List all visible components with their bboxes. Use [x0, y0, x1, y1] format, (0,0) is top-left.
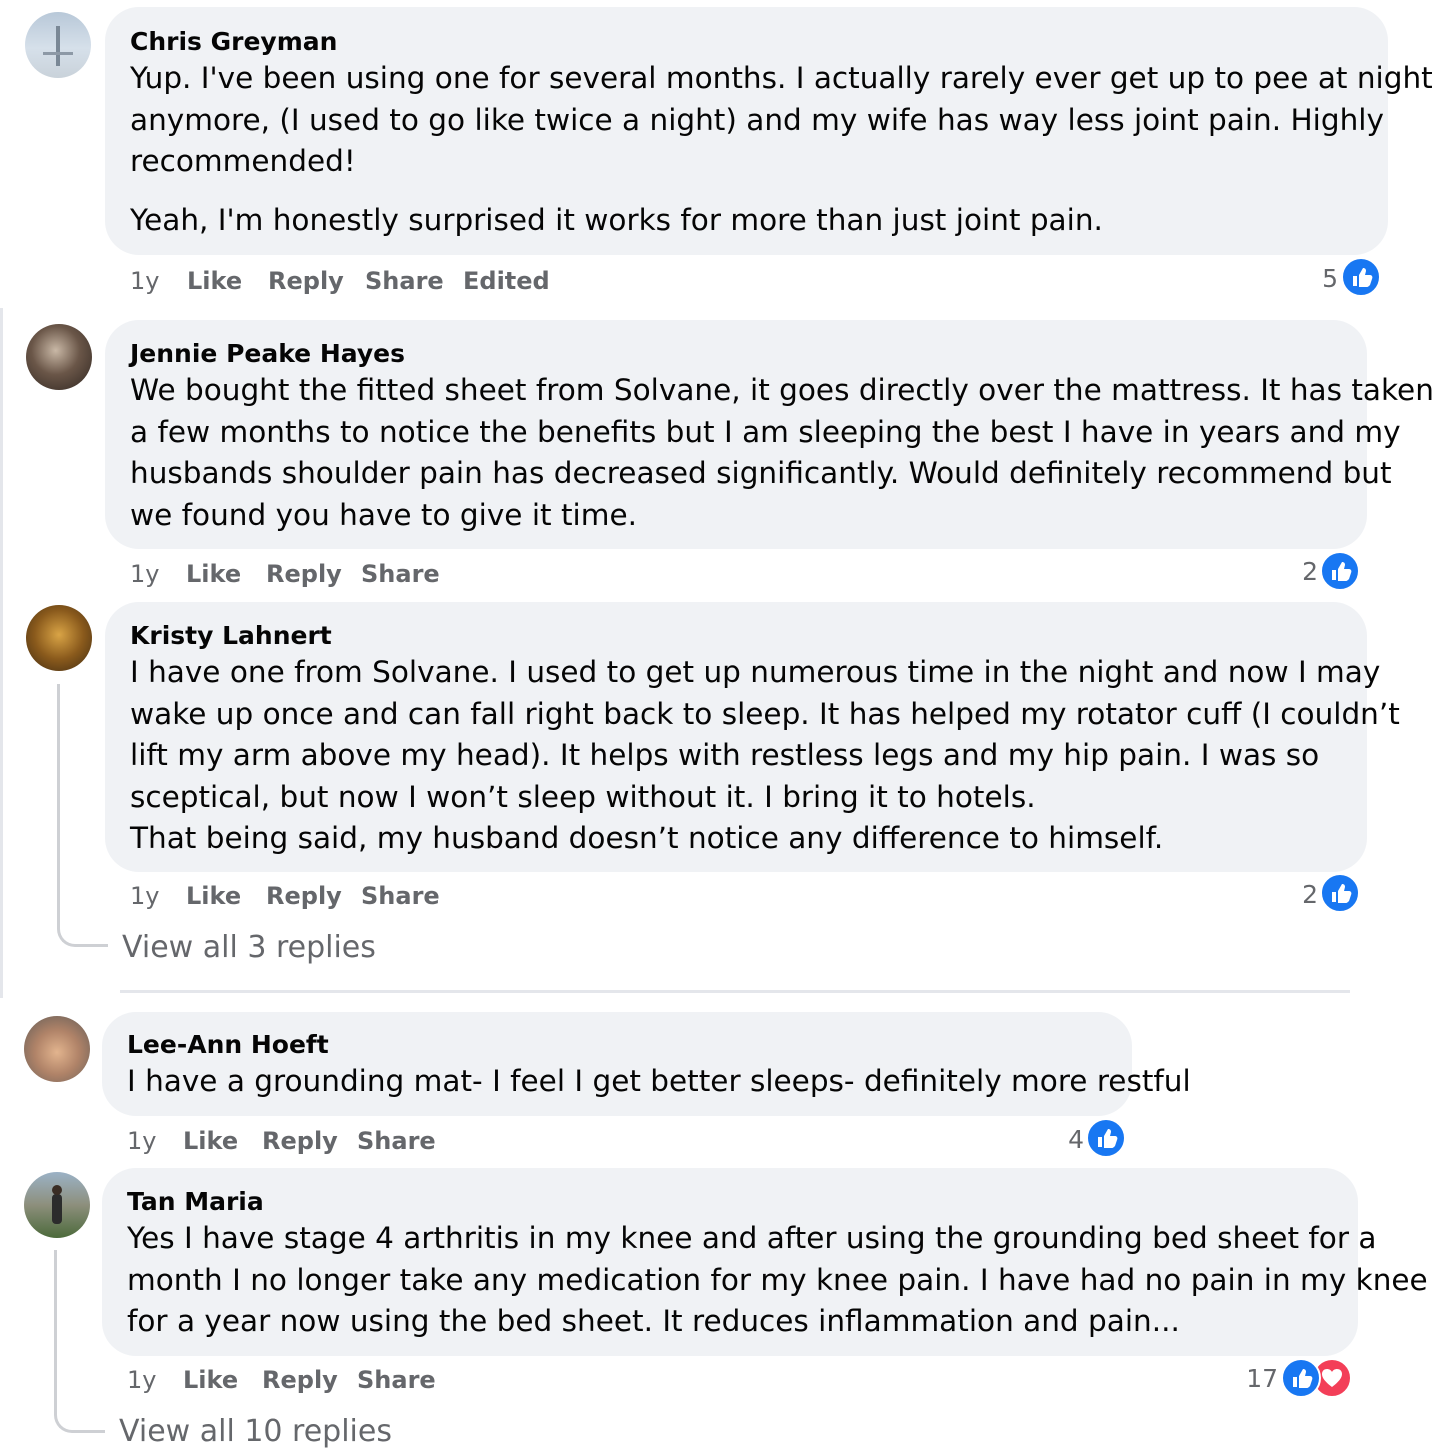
comment-text: We bought the fitted sheet from Solvane,… — [130, 370, 1434, 536]
thumbs-up-icon — [1353, 268, 1373, 287]
comment-line: recommended! — [130, 144, 356, 178]
avatar[interactable] — [26, 324, 92, 390]
avatar[interactable] — [24, 1172, 90, 1238]
comment-author[interactable]: Kristy Lahnert — [130, 620, 332, 652]
comment-line: for a year now using the bed sheet. It r… — [127, 1304, 1180, 1338]
comment-author[interactable]: Lee-Ann Hoeft — [127, 1029, 329, 1061]
reply-thread-line — [57, 684, 108, 947]
comment-actions: 1y Like Reply Share — [130, 882, 530, 914]
comment-author[interactable]: Chris Greyman — [130, 26, 337, 58]
reply-button[interactable]: Reply — [262, 1366, 338, 1394]
reply-button[interactable]: Reply — [266, 560, 342, 588]
avatar-image — [43, 26, 73, 66]
comment-line: Yup. I've been using one for several mon… — [130, 61, 1433, 95]
avatar-image — [52, 1185, 62, 1224]
comment-timestamp[interactable]: 1y — [130, 267, 159, 295]
thumbs-up-icon — [1098, 1129, 1118, 1148]
like-button[interactable]: Like — [186, 882, 241, 910]
comment-actions: 1y Like Reply Share — [127, 1366, 527, 1398]
comment-timestamp[interactable]: 1y — [130, 560, 159, 588]
thumbs-up-icon — [1332, 884, 1352, 903]
comment-line: Yeah, I'm honestly surprised it works fo… — [130, 202, 1103, 237]
reaction-count[interactable]: 5 — [1296, 264, 1338, 293]
like-button[interactable]: Like — [183, 1127, 238, 1155]
comment-line: sceptical, but now I won’t sleep without… — [130, 779, 1036, 814]
divider — [120, 990, 1350, 993]
reaction-count[interactable]: 2 — [1276, 880, 1318, 909]
share-button[interactable]: Share — [361, 882, 440, 910]
like-icon[interactable] — [1281, 1358, 1321, 1398]
comment-line: wake up once and can fall right back to … — [130, 696, 1400, 731]
comment-text: I have a grounding mat- I feel I get bet… — [127, 1061, 1191, 1103]
like-icon[interactable] — [1341, 257, 1381, 297]
reply-button[interactable]: Reply — [268, 267, 344, 295]
comment-text: I have one from Solvane. I used to get u… — [130, 652, 1400, 860]
comment-line: a few months to notice the benefits but … — [130, 414, 1401, 449]
comment-author[interactable]: Jennie Peake Hayes — [130, 338, 405, 370]
thumbs-up-icon — [1293, 1369, 1313, 1388]
reply-button[interactable]: Reply — [266, 882, 342, 910]
reaction-count[interactable]: 2 — [1276, 557, 1318, 586]
like-button[interactable]: Like — [183, 1366, 238, 1394]
comment-line: anymore, (I used to go like twice a nigh… — [130, 102, 1384, 137]
comment-line: Yes I have stage 4 arthritis in my knee … — [127, 1221, 1377, 1255]
avatar[interactable] — [25, 12, 91, 78]
avatar[interactable] — [24, 1016, 90, 1082]
like-icon[interactable] — [1320, 551, 1360, 591]
comment-timestamp[interactable]: 1y — [127, 1127, 156, 1155]
comment-line: I have a grounding mat- I feel I get bet… — [127, 1064, 1191, 1098]
comment-actions: 1y Like Reply Share — [127, 1127, 527, 1159]
comment-actions: 1y Like Reply Share — [130, 560, 530, 592]
reply-thread-line — [54, 1250, 105, 1433]
comment-timestamp[interactable]: 1y — [130, 882, 159, 910]
comment-text: Yes I have stage 4 arthritis in my knee … — [127, 1218, 1428, 1343]
like-icon[interactable] — [1320, 873, 1360, 913]
comment-line: lift my arm above my head). It helps wit… — [130, 738, 1320, 772]
comment-line: We bought the fitted sheet from Solvane,… — [130, 373, 1434, 407]
comment-line: That being said, my husband doesn’t noti… — [130, 821, 1164, 855]
reaction-count[interactable]: 4 — [1042, 1125, 1084, 1154]
comment-text: Yup. I've been using one for several mon… — [130, 58, 1433, 241]
like-button[interactable]: Like — [186, 560, 241, 588]
comment-line: we found you have to give it time. — [130, 497, 637, 532]
edited-label: Edited — [463, 267, 550, 295]
share-button[interactable]: Share — [365, 267, 444, 295]
comment-timestamp[interactable]: 1y — [127, 1366, 156, 1394]
share-button[interactable]: Share — [361, 560, 440, 588]
view-replies-link[interactable]: View all 10 replies — [119, 1414, 392, 1449]
comment-line: husbands shoulder pain has decreased sig… — [130, 456, 1392, 490]
like-icon[interactable] — [1086, 1118, 1126, 1158]
divider — [0, 308, 3, 998]
comment-line: month I no longer take any medication fo… — [127, 1262, 1428, 1297]
view-replies-link[interactable]: View all 3 replies — [122, 930, 376, 965]
share-button[interactable]: Share — [357, 1366, 436, 1394]
avatar[interactable] — [26, 605, 92, 671]
comment-actions: 1y Like Reply Share Edited — [130, 267, 630, 299]
like-button[interactable]: Like — [187, 267, 242, 295]
share-button[interactable]: Share — [357, 1127, 436, 1155]
comment-author[interactable]: Tan Maria — [127, 1186, 264, 1218]
thumbs-up-icon — [1332, 562, 1352, 581]
reaction-count[interactable]: 17 — [1232, 1364, 1278, 1393]
reply-button[interactable]: Reply — [262, 1127, 338, 1155]
comment-line: I have one from Solvane. I used to get u… — [130, 655, 1381, 689]
